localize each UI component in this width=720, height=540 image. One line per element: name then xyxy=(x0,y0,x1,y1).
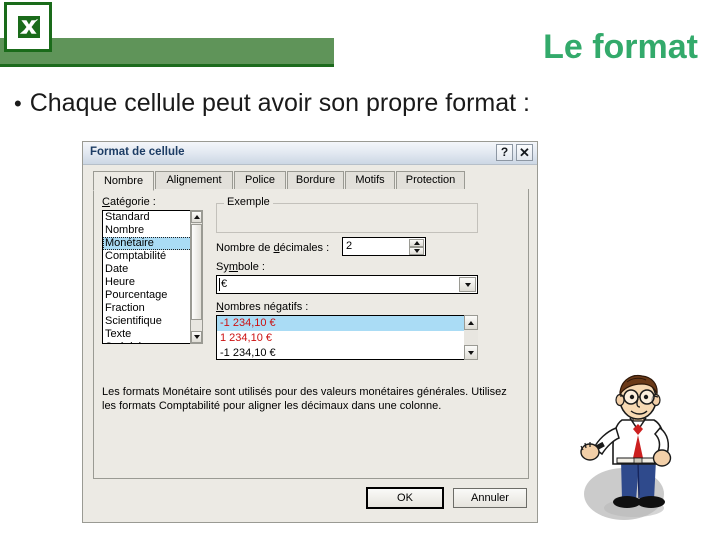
dialog-title: Format de cellule xyxy=(90,146,185,158)
title-band-rule xyxy=(0,64,334,67)
decimals-label: Nombre de décimales : xyxy=(216,242,330,254)
bullet-text: Chaque cellule peut avoir son propre for… xyxy=(29,89,530,117)
list-item[interactable]: Comptabilité xyxy=(103,250,198,263)
tab-alignement[interactable]: Alignement xyxy=(155,171,233,190)
decimals-value: 2 xyxy=(346,240,353,252)
tab-protection[interactable]: Protection xyxy=(396,171,465,190)
symbol-value: € xyxy=(221,278,228,290)
dialog-titlebar[interactable]: Format de cellule ? ✕ xyxy=(83,142,537,165)
list-item[interactable]: -1 234,10 € xyxy=(217,346,477,359)
close-icon[interactable]: ✕ xyxy=(516,144,533,161)
tab-nombre[interactable]: Nombre xyxy=(93,171,154,191)
excel-logo-icon xyxy=(4,2,52,52)
scroll-up-icon[interactable] xyxy=(191,211,202,223)
tab-police[interactable]: Police xyxy=(234,171,286,190)
list-item[interactable]: Heure xyxy=(103,276,198,289)
list-item[interactable]: Nombre xyxy=(103,224,198,237)
category-label: Catégorie : xyxy=(102,196,156,208)
chevron-down-icon[interactable] xyxy=(459,277,476,292)
help-icon[interactable]: ? xyxy=(496,144,513,161)
category-scrollbar[interactable] xyxy=(190,210,203,344)
list-item[interactable]: 1 234,10 € xyxy=(217,331,477,346)
description-text: Les formats Monétaire sont utilisés pour… xyxy=(102,386,507,412)
bullet-line: • Chaque cellule peut avoir son propre fo… xyxy=(14,89,530,118)
decimals-field[interactable]: 2 xyxy=(342,237,426,256)
scrollbar-thumb[interactable] xyxy=(191,224,202,320)
list-item[interactable]: Texte xyxy=(103,328,198,341)
scroll-down-icon[interactable] xyxy=(464,345,478,360)
symbol-combobox[interactable]: € xyxy=(216,275,478,294)
category-listbox[interactable]: Standard Nombre Monétaire Comptabilité D… xyxy=(102,210,199,344)
tabstrip: Nombre Alignement Police Bordure Motifs … xyxy=(93,171,529,191)
list-item[interactable]: Spécial xyxy=(103,341,198,343)
list-item[interactable]: Pourcentage xyxy=(103,289,198,302)
tab-page-nombre: Catégorie : Standard Nombre Monétaire Co… xyxy=(93,189,529,479)
list-item-selected[interactable]: Monétaire xyxy=(103,237,198,250)
ok-button[interactable]: OK xyxy=(366,487,444,509)
example-legend: Exemple xyxy=(224,196,273,208)
decimals-stepper[interactable] xyxy=(409,239,424,255)
format-cells-dialog: Format de cellule ? ✕ Nombre Alignement … xyxy=(82,141,538,523)
negatives-listbox[interactable]: -1 234,10 € 1 234,10 € -1 234,10 € xyxy=(216,315,478,360)
symbol-label: Symbole : xyxy=(216,261,265,273)
scroll-down-icon[interactable] xyxy=(191,331,202,343)
scroll-up-icon[interactable] xyxy=(464,315,478,330)
tab-motifs[interactable]: Motifs xyxy=(345,171,395,190)
list-item[interactable]: Date xyxy=(103,263,198,276)
text-caret xyxy=(219,278,220,291)
excel-logo-inner xyxy=(16,14,42,40)
negatives-scrollbar[interactable] xyxy=(464,315,478,360)
bullet-marker: • xyxy=(14,91,22,116)
stepper-down-icon[interactable] xyxy=(409,247,424,255)
list-item[interactable]: Fraction xyxy=(103,302,198,315)
cancel-button[interactable]: Annuler xyxy=(453,488,527,508)
list-item[interactable]: Standard xyxy=(103,211,198,224)
list-item-selected[interactable]: -1 234,10 € xyxy=(217,316,477,331)
tab-bordure[interactable]: Bordure xyxy=(287,171,344,190)
list-item[interactable]: Scientifique xyxy=(103,315,198,328)
businessman-cartoon xyxy=(580,374,672,520)
negatives-label: Nombres négatifs : xyxy=(216,301,309,313)
excel-x-glyph xyxy=(20,18,38,35)
stepper-up-icon[interactable] xyxy=(409,239,424,247)
page-title: Le format xyxy=(543,28,698,66)
